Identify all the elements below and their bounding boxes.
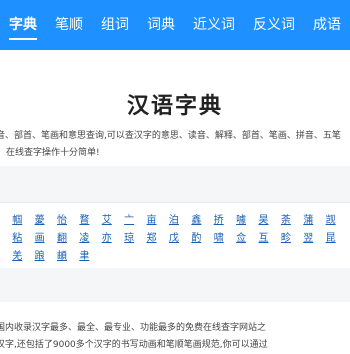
character-link[interactable]: 瞀 xyxy=(73,211,95,229)
character-link[interactable]: 羌 xyxy=(6,247,28,265)
character-link[interactable]: 昆 xyxy=(319,229,341,247)
character-link[interactable]: 翌 xyxy=(297,229,319,247)
character-link[interactable]: 帼 xyxy=(6,211,28,229)
character-link[interactable]: 郑 xyxy=(140,229,162,247)
character-link[interactable]: 薆 xyxy=(28,211,50,229)
character-link[interactable]: 觊 xyxy=(319,211,341,229)
about-line-2: 汉字,还包括了9000多个汉字的书写动画和笔顺笔画规范,你可以通过 xyxy=(0,340,268,350)
character-link[interactable]: 泊 xyxy=(163,211,185,229)
character-link[interactable]: 凌 xyxy=(73,229,95,247)
nav-tab-1[interactable]: 笔顺 xyxy=(46,0,92,50)
character-link[interactable]: 昊 xyxy=(252,211,274,229)
character-link[interactable]: 蒲 xyxy=(297,211,319,229)
nav-tab-6[interactable]: 成语 xyxy=(304,0,350,50)
character-link[interactable]: 翻 xyxy=(51,229,73,247)
nav-tab-5[interactable]: 反义词 xyxy=(244,0,304,50)
character-link[interactable]: 粘 xyxy=(6,229,28,247)
section-divider-band xyxy=(0,166,350,202)
character-link[interactable]: 互 xyxy=(252,229,274,247)
character-grid: 帼薆怡瞀艾亠亩泊鑫挢噱昊荼蒲觊粘画翻凌亦琼郑戊酌啸佥互畛翌昆羌踉頔聿 xyxy=(6,211,342,265)
intro-text: 音、部首、笔画和意思查询,可以查汉字的意思、读音、解释、部首、笔画、拼音、五笔 … xyxy=(0,128,350,162)
character-link[interactable]: 啸 xyxy=(208,229,230,247)
nav-tab-0[interactable]: 字典 xyxy=(0,0,46,50)
character-link[interactable]: 鑫 xyxy=(185,211,207,229)
about-text: 国内收录汉字最多、最全、最专业、功能最多的免费在线查字网站之 汉字,还包括了90… xyxy=(0,320,350,354)
character-link[interactable]: 頔 xyxy=(51,247,73,265)
character-link[interactable]: 荼 xyxy=(275,211,297,229)
nav-tab-2[interactable]: 组词 xyxy=(92,0,138,50)
page-title: 汉语字典 xyxy=(126,94,223,119)
section-divider-band xyxy=(0,268,350,302)
nav-tab-4[interactable]: 近义词 xyxy=(184,0,244,50)
character-link[interactable]: 酌 xyxy=(185,229,207,247)
character-link[interactable]: 踉 xyxy=(28,247,50,265)
intro-line-2: 在线查字操作十分简单! xyxy=(6,148,100,158)
character-link[interactable]: 佥 xyxy=(230,229,252,247)
character-link[interactable]: 畛 xyxy=(275,229,297,247)
character-link[interactable]: 亩 xyxy=(140,211,162,229)
top-navigation-bar: 字典 笔顺 组词 词典 近义词 反义词 成语 xyxy=(0,0,350,50)
character-link[interactable]: 戊 xyxy=(163,229,185,247)
character-link[interactable]: 画 xyxy=(28,229,50,247)
about-line-1: 国内收录汉字最多、最全、最专业、功能最多的免费在线查字网站之 xyxy=(0,323,267,333)
character-link[interactable]: 挢 xyxy=(208,211,230,229)
character-link[interactable]: 聿 xyxy=(73,247,95,265)
character-list-card: 帼薆怡瞀艾亠亩泊鑫挢噱昊荼蒲觊粘画翻凌亦琼郑戊酌啸佥互畛翌昆羌踉頔聿 xyxy=(0,202,350,270)
character-link[interactable]: 艾 xyxy=(96,211,118,229)
character-link[interactable]: 亦 xyxy=(96,229,118,247)
character-link[interactable]: 噱 xyxy=(230,211,252,229)
character-link[interactable]: 亠 xyxy=(118,211,140,229)
nav-tab-3[interactable]: 词典 xyxy=(138,0,184,50)
character-link[interactable]: 怡 xyxy=(51,211,73,229)
character-link[interactable]: 琼 xyxy=(118,229,140,247)
intro-line-1: 音、部首、笔画和意思查询,可以查汉字的意思、读音、解释、部首、笔画、拼音、五笔 xyxy=(0,131,341,141)
